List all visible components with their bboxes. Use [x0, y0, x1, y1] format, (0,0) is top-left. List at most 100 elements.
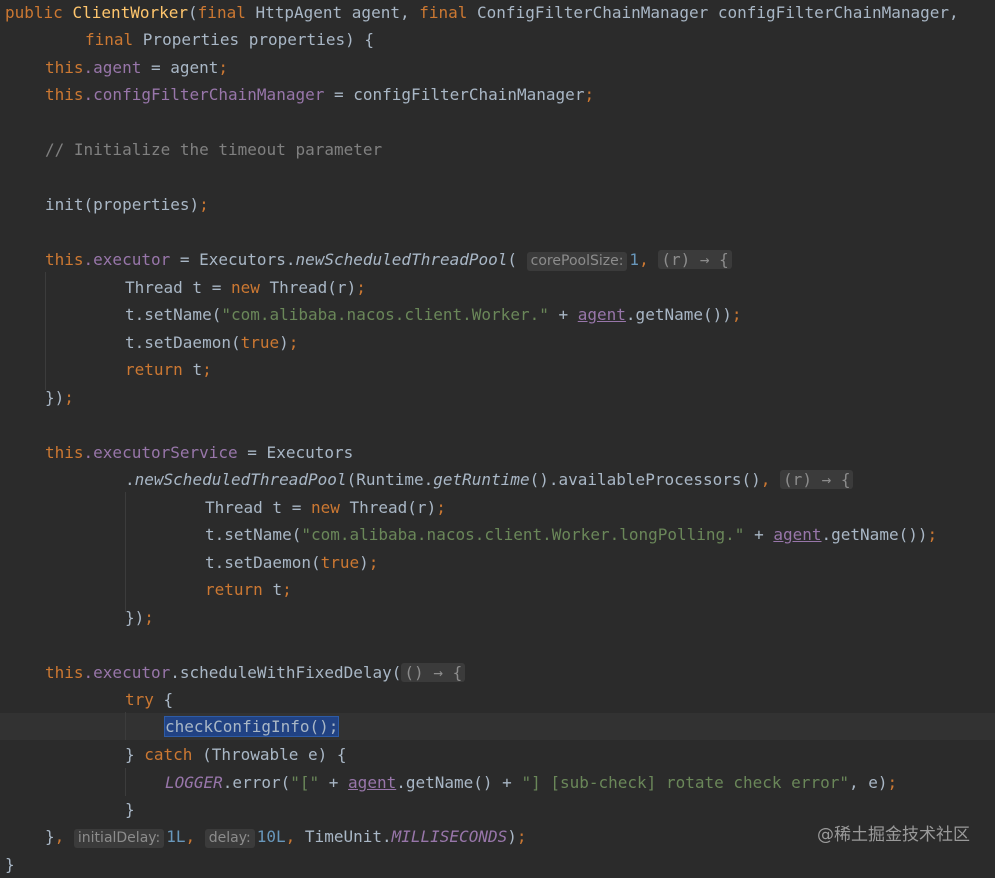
field: .agent: [83, 58, 142, 77]
parameter-hint: initialDelay:: [73, 829, 165, 848]
code-line-21[interactable]: try {: [125, 686, 173, 713]
code-line-20[interactable]: this.executor.scheduleWithFixedDelay(() …: [45, 659, 466, 686]
code-text: }: [125, 608, 135, 627]
semicolon: ;: [584, 85, 595, 104]
lambda-fold[interactable]: (r) → {: [658, 250, 732, 269]
code-text: .getName()): [821, 525, 928, 544]
code-text: = agent: [141, 58, 219, 77]
code-text: ): [134, 608, 145, 627]
code-line-1[interactable]: public ClientWorker(final HttpAgent agen…: [5, 0, 959, 26]
code-line-12[interactable]: });: [45, 384, 74, 411]
number-literal: 1: [629, 250, 640, 269]
field: .configFilterChainManager: [83, 85, 325, 104]
code-text: (: [188, 3, 198, 22]
code-line-6[interactable]: init(properties);: [45, 191, 209, 218]
code-text: .scheduleWithFixedDelay(: [170, 663, 402, 682]
code-text: }: [5, 855, 15, 874]
static-field: MILLISECONDS: [391, 827, 508, 846]
code-text: t.setDaemon(: [125, 333, 241, 352]
semicolon: ;: [64, 388, 74, 407]
semicolon: ;: [516, 827, 527, 846]
code-text: (: [507, 250, 518, 269]
code-comment[interactable]: // Initialize the timeout parameter: [45, 136, 382, 163]
code-text: .getName() +: [396, 773, 522, 792]
code-text: ): [54, 388, 65, 407]
field: agent: [577, 305, 626, 324]
indent-guide: [125, 768, 126, 796]
code-line-8[interactable]: Thread t = new Thread(r);: [125, 274, 366, 301]
code-text: = configFilterChainManager: [324, 85, 585, 104]
code-editor[interactable]: public ClientWorker(final HttpAgent agen…: [0, 0, 995, 874]
code-line-27[interactable]: }: [5, 851, 15, 878]
code-text: .getName()): [625, 305, 732, 324]
semicolon: ;: [282, 580, 292, 599]
indent-guide: [125, 492, 126, 612]
code-text: Thread(r): [349, 498, 437, 517]
field: .executor: [83, 663, 171, 682]
keyword: this: [45, 250, 84, 269]
keyword: new: [310, 498, 350, 517]
code-text: HttpAgent agent,: [255, 3, 420, 22]
semicolon: ;: [436, 498, 446, 517]
code-line-9[interactable]: t.setName("com.alibaba.nacos.client.Work…: [125, 301, 742, 328]
code-text: Properties properties) {: [142, 30, 374, 49]
keyword: final: [85, 30, 143, 49]
code-text: t: [192, 360, 203, 379]
code-text: }: [45, 388, 55, 407]
code-line-16[interactable]: t.setName("com.alibaba.nacos.client.Work…: [205, 521, 937, 548]
keyword: this: [45, 85, 84, 104]
keyword: final: [197, 3, 256, 22]
keyword: final: [419, 3, 478, 22]
code-text: , e): [848, 773, 888, 792]
code-line-22[interactable]: checkConfigInfo();: [163, 713, 340, 740]
semicolon: ;: [288, 333, 299, 352]
code-text: +: [548, 305, 578, 324]
code-text: = Executors.: [170, 250, 296, 269]
code-line-26[interactable]: }, initialDelay: 1L, delay: 10L, TimeUnit.…: [45, 823, 527, 850]
code-line-18[interactable]: return t;: [205, 576, 292, 603]
comma: ,: [285, 827, 305, 846]
lambda-fold[interactable]: (r) → {: [780, 470, 854, 489]
code-text: Thread(r): [269, 278, 357, 297]
code-line-13[interactable]: this.executorService = Executors: [45, 439, 353, 466]
code-line-25[interactable]: }: [125, 796, 135, 823]
code-line-3[interactable]: this.agent = agent;: [45, 54, 228, 81]
comma: ,: [639, 250, 659, 269]
indent-guide: [125, 712, 126, 740]
code-line-2[interactable]: final Properties properties) {: [85, 26, 374, 53]
code-line-24[interactable]: LOGGER.error("[" + agent.getName() + "] …: [165, 769, 897, 796]
semicolon: ;: [368, 553, 379, 572]
code-text: init(properties): [45, 195, 200, 214]
semicolon: ;: [927, 525, 938, 544]
semicolon: ;: [202, 360, 212, 379]
static-field: LOGGER: [165, 773, 223, 792]
keyword: true: [320, 553, 360, 572]
code-line-15[interactable]: Thread t = new Thread(r);: [205, 494, 446, 521]
keyword: this: [45, 663, 84, 682]
code-line-7[interactable]: this.executor = Executors.newScheduledTh…: [45, 246, 732, 273]
code-text: t.setName(: [125, 305, 222, 324]
code-line-4[interactable]: this.configFilterChainManager = configFi…: [45, 81, 594, 108]
lambda-fold[interactable]: () → {: [401, 663, 466, 682]
code-text: TimeUnit.: [304, 827, 392, 846]
code-line-23[interactable]: } catch (Throwable e) {: [125, 741, 347, 768]
code-text: ): [279, 333, 289, 352]
code-line-19[interactable]: });: [125, 604, 154, 631]
code-line-10[interactable]: t.setDaemon(true);: [125, 329, 298, 356]
code-text: t.setDaemon(: [205, 553, 321, 572]
code-line-14[interactable]: .newScheduledThreadPool(Runtime.getRunti…: [125, 466, 854, 493]
code-text: ConfigFilterChainManager configFilterCha…: [477, 3, 959, 22]
field: agent: [348, 773, 397, 792]
code-text: (Throwable e) {: [202, 745, 347, 764]
code-line-17[interactable]: t.setDaemon(true);: [205, 549, 378, 576]
selected-text[interactable]: checkConfigInfo();: [163, 716, 340, 737]
semicolon: ;: [731, 305, 742, 324]
code-text: }: [125, 800, 135, 819]
keyword: try: [125, 690, 164, 709]
code-line-11[interactable]: return t;: [125, 356, 212, 383]
string-literal: "] [sub-check] rotate check error": [521, 773, 849, 792]
parameter-hint: corePoolSize:: [526, 252, 628, 271]
semicolon: ;: [199, 195, 209, 214]
code-text: Thread t =: [205, 498, 311, 517]
keyword: return: [205, 580, 273, 599]
